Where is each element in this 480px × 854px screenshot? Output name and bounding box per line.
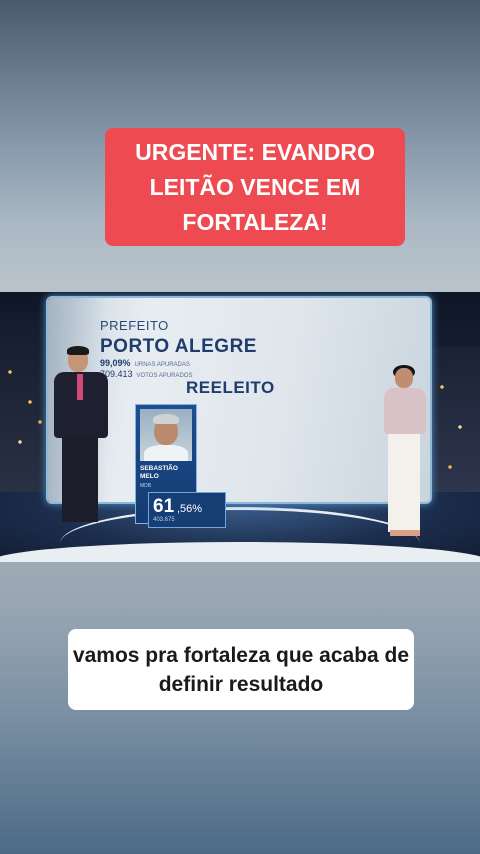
urns-label: URNAS APURADAS [134, 362, 190, 368]
votes-counted: 709.413 VOTOS APURADOS [100, 369, 192, 379]
presenter-right [378, 365, 434, 538]
city-skyline-left [0, 312, 52, 512]
presenter-right-torso [384, 388, 426, 434]
votes-label: VOTOS APURADOS [136, 373, 193, 379]
headline-text: URGENTE: EVANDRO LEITÃO VENCE EM FORTALE… [135, 139, 375, 235]
candidate-party: MDB [140, 483, 152, 489]
presenter-left-hair [67, 346, 89, 355]
presenter-left [50, 346, 112, 528]
office-label: PREFEITO [100, 318, 169, 333]
presenter-right-legs [388, 432, 420, 532]
city-skyline-right [430, 347, 480, 507]
video-frame: PREFEITO PORTO ALEGRE 99,09% URNAS APURAD… [0, 292, 480, 562]
result-pct-int: 61 [153, 496, 175, 517]
candidate-result: 61 ,56% 403.675 [148, 492, 226, 528]
presenter-right-shoes [390, 530, 420, 536]
city-label: PORTO ALEGRE [100, 336, 257, 357]
presenter-left-legs [62, 436, 98, 522]
candidate-hair [153, 414, 179, 424]
status-label: REELEITO [186, 378, 275, 397]
candidate-photo [140, 409, 192, 461]
candidate-name: SEBASTIÃO MELO [140, 465, 178, 480]
result-votes: 403.675 [153, 517, 175, 523]
caption-text: vamos pra fortaleza que acaba de definir… [72, 644, 410, 696]
caption-box: vamos pra fortaleza que acaba de definir… [68, 629, 414, 710]
headline-banner: URGENTE: EVANDRO LEITÃO VENCE EM FORTALE… [105, 128, 405, 246]
candidate-shirt [144, 445, 188, 461]
result-pct-dec: ,56% [177, 503, 203, 515]
presenter-right-head [395, 368, 413, 388]
urns-counted: 99,09% URNAS APURADAS [100, 358, 190, 368]
presenter-left-tie [77, 374, 83, 400]
